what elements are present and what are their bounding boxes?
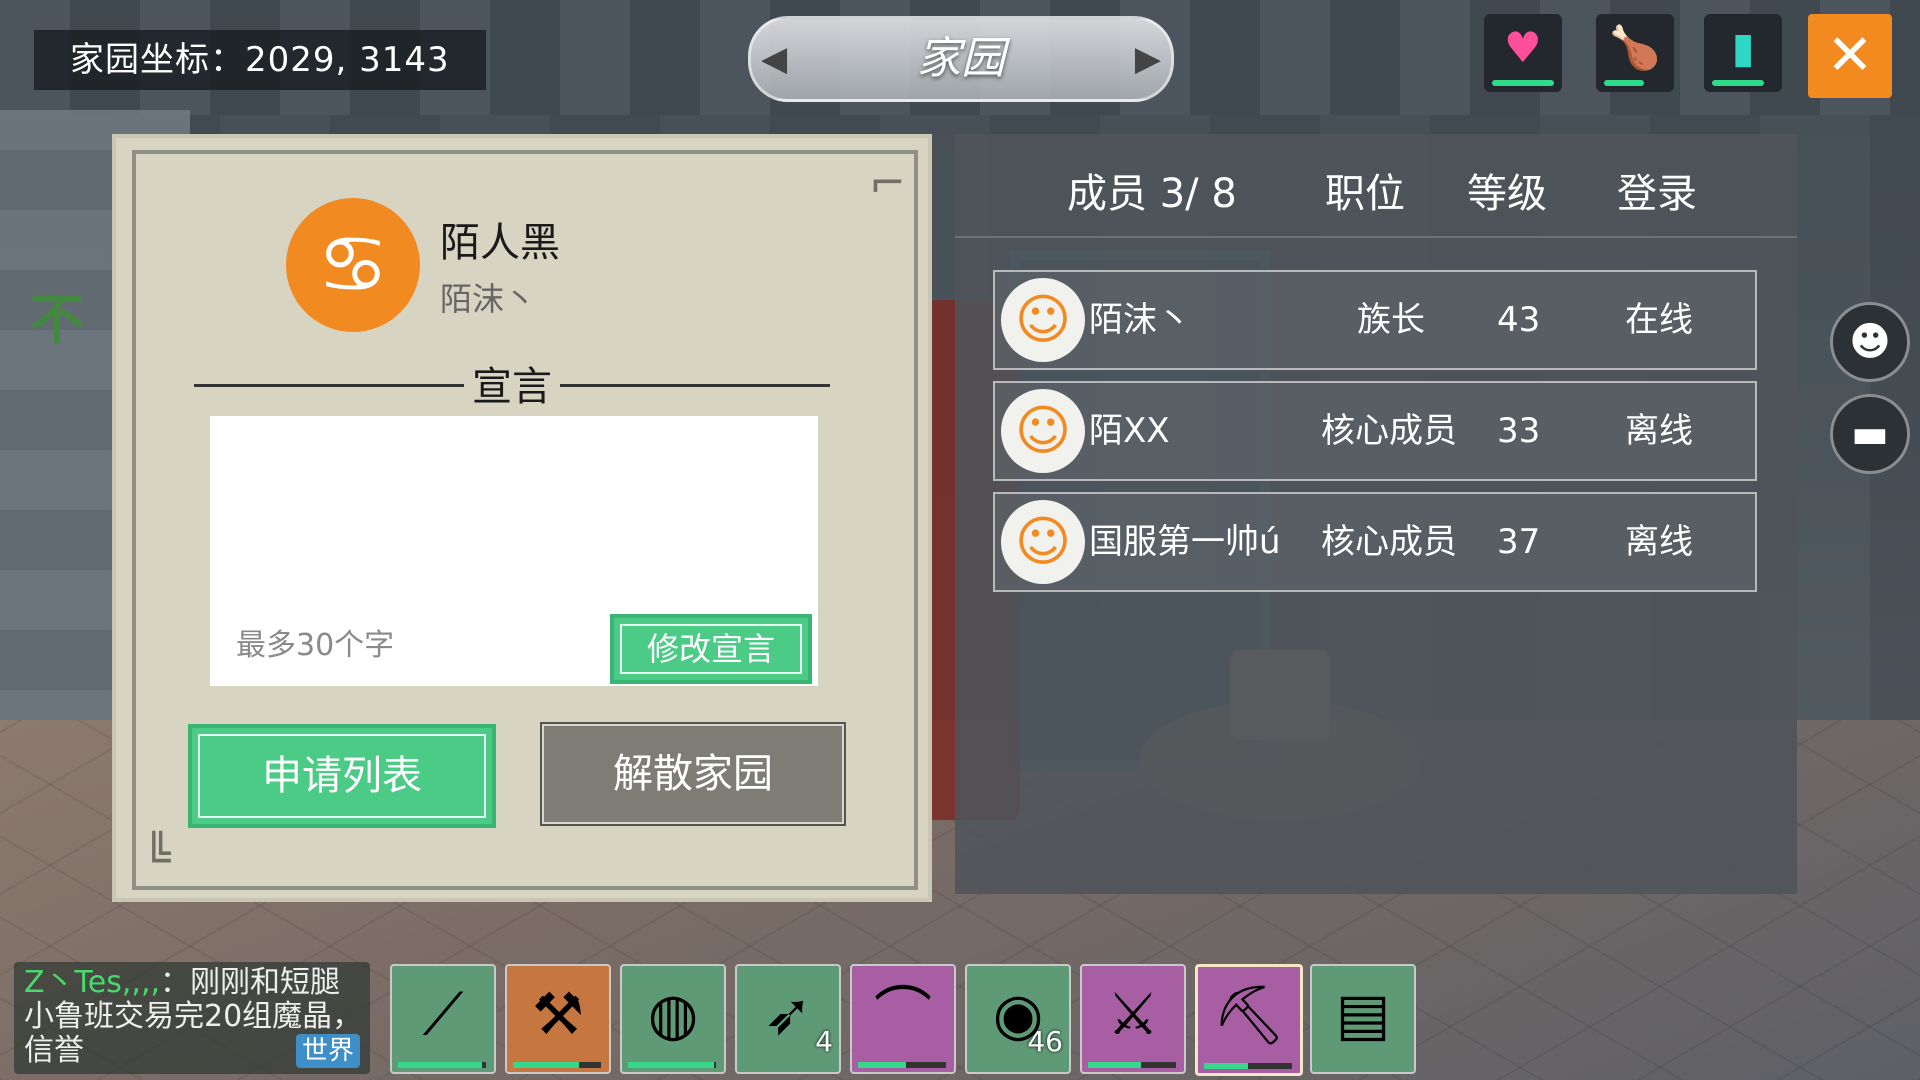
food-drumstick-icon: 🍗 bbox=[1608, 23, 1662, 72]
emote-button[interactable]: ☻ bbox=[1830, 302, 1910, 382]
hunger-bar bbox=[1604, 80, 1644, 86]
position-column-header: 职位 bbox=[1325, 171, 1405, 217]
member-avatar: ☺ bbox=[1001, 389, 1085, 473]
thirst-bar bbox=[1712, 80, 1764, 86]
pickaxe-icon: ⛏ bbox=[1212, 981, 1286, 1049]
durability-bar bbox=[858, 1062, 946, 1068]
hotbar-slot[interactable]: ➶ 4 bbox=[735, 964, 841, 1074]
disband-home-label: 解散家园 bbox=[613, 751, 773, 797]
hotbar-slot[interactable]: ⚒ bbox=[505, 964, 611, 1074]
application-list-button[interactable]: 申请列表 bbox=[188, 724, 496, 828]
close-button[interactable]: ✕ bbox=[1808, 14, 1892, 98]
chat-bubble-icon: ▬ bbox=[1851, 411, 1889, 457]
water-cup-icon: ▮ bbox=[1731, 23, 1755, 72]
durability-bar bbox=[513, 1062, 601, 1068]
modify-declaration-button[interactable]: 修改宣言 bbox=[610, 614, 812, 684]
disband-home-button[interactable]: 解散家园 bbox=[540, 722, 846, 826]
member-name: 陌沫丶 bbox=[1089, 300, 1191, 340]
crystal-sword-icon: ⚔ bbox=[1107, 980, 1159, 1048]
frog-avatar-icon: ☺ bbox=[1014, 510, 1072, 573]
chat-button[interactable]: ▬ bbox=[1830, 394, 1910, 474]
world-sign-fragment: 不 bbox=[30, 288, 84, 351]
title-plate: ◀ 家园 ▶ bbox=[748, 16, 1174, 102]
member-name: 陌XX bbox=[1089, 411, 1170, 451]
header-divider bbox=[955, 236, 1797, 238]
ornament-right-icon: ▶ bbox=[1134, 39, 1161, 79]
hotbar-slot[interactable]: ⌒ bbox=[850, 964, 956, 1074]
member-role: 族长 bbox=[1357, 300, 1425, 340]
item-count: 46 bbox=[1027, 1025, 1063, 1058]
heart-icon: ♥ bbox=[1504, 23, 1542, 72]
member-avatar: ☺ bbox=[1001, 278, 1085, 362]
divider-line bbox=[560, 384, 830, 387]
thirst-status: ▮ bbox=[1704, 14, 1782, 92]
hotbar-slot[interactable]: ⛏ bbox=[1195, 964, 1303, 1076]
home-name: 陌人黑 bbox=[440, 220, 560, 266]
frame-corner-ornament-icon: ╚ bbox=[144, 832, 171, 883]
ornament-left-icon: ◀ bbox=[761, 39, 788, 79]
hunger-status: 🍗 bbox=[1596, 14, 1674, 92]
member-level: 33 bbox=[1497, 411, 1541, 451]
durability-bar bbox=[628, 1062, 716, 1068]
hotbar-slot[interactable]: ◉ 46 bbox=[965, 964, 1071, 1074]
member-name: 国服第一帅ú bbox=[1089, 522, 1281, 562]
smiley-icon: ☻ bbox=[1849, 319, 1891, 365]
durability-bar bbox=[1204, 1063, 1292, 1069]
member-role: 核心成员 bbox=[1321, 522, 1457, 562]
member-status: 在线 bbox=[1625, 300, 1693, 340]
home-leader-name: 陌沫丶 bbox=[440, 280, 537, 318]
frog-avatar-icon: ☺ bbox=[1014, 399, 1072, 462]
page-title: 家园 bbox=[917, 33, 1005, 84]
level-column-header: 等级 bbox=[1467, 171, 1547, 217]
home-coordinates: 家园坐标：2029, 3143 bbox=[34, 30, 486, 90]
declaration-title: 宣言 bbox=[472, 364, 552, 410]
member-row[interactable]: ☺ 陌XX 核心成员 33 离线 bbox=[993, 381, 1757, 481]
frame-corner-ornament-icon: ⌐ bbox=[869, 158, 906, 209]
chat-sender: Z丶Tes,,,, bbox=[24, 965, 161, 1000]
chat-preview[interactable]: Z丶Tes,,,,：刚刚和短腿小鲁班交易完20组魔晶，信誉 世界 bbox=[14, 962, 370, 1074]
ice-axe-icon: ⚒ bbox=[532, 980, 584, 1048]
hotbar-slot[interactable]: ◍ bbox=[620, 964, 726, 1074]
treasure-map-icon: ▤ bbox=[1335, 980, 1391, 1048]
member-list-panel: 成员 3/ 8 职位 等级 登录 ☺ 陌沫丶 族长 43 在线 ☺ 陌XX 核心… bbox=[955, 134, 1797, 894]
waterskin-icon: ◍ bbox=[647, 980, 699, 1048]
close-icon: ✕ bbox=[1826, 23, 1874, 88]
hotbar-slot[interactable]: ▤ bbox=[1310, 964, 1416, 1074]
button-frame bbox=[620, 624, 802, 674]
member-row[interactable]: ☺ 国服第一帅ú 核心成员 37 离线 bbox=[993, 492, 1757, 592]
health-status: ♥ bbox=[1484, 14, 1562, 92]
button-frame bbox=[198, 734, 486, 818]
member-count-header: 成员 3/ 8 bbox=[1067, 171, 1237, 217]
hotbar-slot[interactable]: ⟋ bbox=[390, 964, 496, 1074]
lobster-emblem-icon: ♋ bbox=[317, 218, 389, 311]
member-status: 离线 bbox=[1625, 522, 1693, 562]
item-count: 4 bbox=[815, 1025, 833, 1058]
durability-bar bbox=[1088, 1062, 1176, 1068]
bow-icon: ⌒ bbox=[873, 980, 932, 1048]
frog-avatar-icon: ☺ bbox=[1014, 288, 1072, 351]
member-avatar: ☺ bbox=[1001, 500, 1085, 584]
chat-channel-badge: 世界 bbox=[295, 1034, 360, 1068]
health-bar bbox=[1492, 80, 1554, 86]
durability-bar bbox=[398, 1062, 486, 1068]
divider-line bbox=[194, 384, 464, 387]
spear-icon: ⟋ bbox=[422, 980, 464, 1048]
member-status: 离线 bbox=[1625, 411, 1693, 451]
login-column-header: 登录 bbox=[1617, 171, 1697, 217]
member-level: 37 bbox=[1497, 522, 1541, 562]
declaration-heading: 宣言 bbox=[194, 362, 830, 412]
member-row[interactable]: ☺ 陌沫丶 族长 43 在线 bbox=[993, 270, 1757, 370]
member-role: 核心成员 bbox=[1321, 411, 1457, 451]
home-emblem-avatar: ♋ bbox=[286, 198, 420, 332]
hotbar-slot[interactable]: ⚔ bbox=[1080, 964, 1186, 1074]
declaration-placeholder: 最多30个字 bbox=[236, 628, 395, 663]
member-level: 43 bbox=[1497, 300, 1541, 340]
